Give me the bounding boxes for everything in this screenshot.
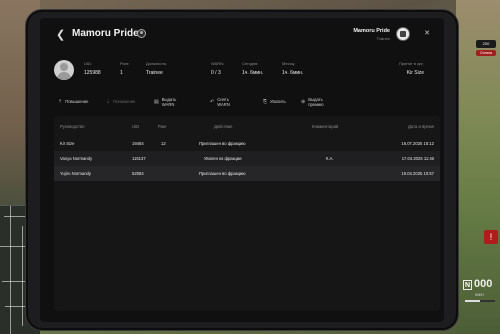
warn-add-icon: ▤	[154, 98, 159, 105]
gear-indicator: N	[463, 280, 472, 290]
warn-remove-label: Снять WARN	[217, 96, 230, 107]
row-manager: Vanya Normandy	[60, 156, 93, 161]
position-label: Должность:	[146, 61, 168, 66]
rank-value: 1	[120, 70, 123, 76]
org-name: Mamoru Pride	[353, 28, 390, 34]
row-datetime: 16.07.2025 16:12	[401, 141, 434, 146]
header: ❮ Mamoru Pride Mamoru Pride Trainee ✕	[40, 18, 444, 52]
avatar	[54, 60, 74, 80]
col-comment: Комментарий	[312, 124, 339, 129]
row-datetime: 16.04.2025 10:57	[401, 171, 434, 176]
arrow-up-icon: ⇡	[58, 98, 63, 105]
row-datetime: 17.04.2025 11:46	[401, 156, 434, 161]
bonus-icon: ⊕	[301, 98, 306, 105]
month-value: 1ч. 6мин.	[282, 70, 304, 76]
close-button[interactable]: ✕	[424, 29, 430, 37]
bonus-label: Выдать премию	[308, 96, 324, 107]
col-action: Действие	[214, 124, 233, 129]
warn-remove-button[interactable]: ↶ Снять WARN	[206, 95, 234, 108]
uid-value: 125988	[84, 70, 101, 76]
warn-label: WARN:	[211, 61, 225, 66]
demote-label: Понижение	[113, 99, 136, 104]
month-label: Месяц:	[282, 61, 296, 66]
fuel-bar	[465, 300, 495, 302]
fire-label: Уволить	[270, 99, 286, 104]
table-row[interactable]: Kir Size 19484 12 Приглашен во фракцию 1…	[54, 136, 440, 151]
row-uid: 52084	[132, 171, 144, 176]
row-uid: 116137	[132, 156, 146, 161]
row-action: Приглашен во фракцию	[199, 171, 246, 176]
hired-by-label: Принят в орг:	[399, 61, 424, 66]
history-table: Руководство UID Ранг Действие Комментари…	[54, 116, 440, 311]
hud-payment-badge: Оплата	[476, 50, 496, 56]
demote-button[interactable]: ⇣ Понижение	[102, 95, 139, 108]
col-manager: Руководство	[60, 124, 85, 129]
promote-button[interactable]: ⇡ Повышение	[54, 95, 92, 108]
row-manager: Kir Size	[60, 141, 75, 146]
speedometer: N 000 KM/H	[463, 278, 497, 308]
rank-label: Ранг:	[120, 61, 130, 66]
row-action: Уволен из фракции	[204, 156, 242, 161]
warn-value: 0 / 3	[211, 70, 221, 76]
uid-label: UID:	[84, 61, 92, 66]
table-row[interactable]: Yujiro Normandy 52084 Приглашен во фракц…	[54, 166, 440, 181]
user-icon[interactable]	[137, 29, 146, 38]
row-comment: К.А.	[326, 156, 334, 161]
position-value: Trainee	[146, 70, 163, 76]
speed-unit: KM/H	[475, 293, 484, 297]
bonus-button[interactable]: ⊕ Выдать премию	[297, 95, 327, 108]
org-subtitle: Trainee	[376, 36, 390, 41]
warn-add-button[interactable]: ▤ Выдать WARN	[150, 95, 180, 108]
tablet-frame: ❮ Mamoru Pride Mamoru Pride Trainee ✕ UI…	[26, 10, 458, 330]
page-title: Mamoru Pride	[72, 28, 139, 39]
speed-readout: 000	[474, 278, 493, 290]
row-rank: 12	[161, 141, 166, 146]
row-manager: Yujiro Normandy	[60, 171, 91, 176]
fuel-fill	[465, 300, 480, 302]
warn-remove-icon: ↶	[210, 98, 215, 105]
warn-add-label: Выдать WARN	[161, 96, 177, 107]
tablet-screen: ❮ Mamoru Pride Mamoru Pride Trainee ✕ UI…	[40, 18, 444, 322]
table-row[interactable]: Vanya Normandy 116137 Уволен из фракции …	[54, 151, 440, 166]
col-rank: Ранг	[158, 124, 167, 129]
promote-label: Повышение	[65, 99, 89, 104]
row-uid: 19484	[132, 141, 144, 146]
today-label: Сегодня:	[242, 61, 259, 66]
org-logo-icon	[396, 27, 410, 41]
col-uid: UID	[132, 124, 140, 129]
hired-by-value: Kir Size	[406, 70, 424, 76]
fire-button[interactable]: ⎘ Уволить	[259, 95, 290, 108]
fire-icon: ⎘	[263, 98, 268, 105]
alert-icon: !	[484, 230, 498, 244]
arrow-down-icon: ⇣	[106, 98, 111, 105]
today-value: 1ч. 6мин.	[242, 70, 264, 76]
col-datetime: Дата и время	[408, 124, 434, 129]
row-action: Приглашен во фракцию	[199, 141, 246, 146]
hud-badge: 200	[476, 40, 496, 48]
back-button[interactable]: ❮	[56, 30, 66, 41]
